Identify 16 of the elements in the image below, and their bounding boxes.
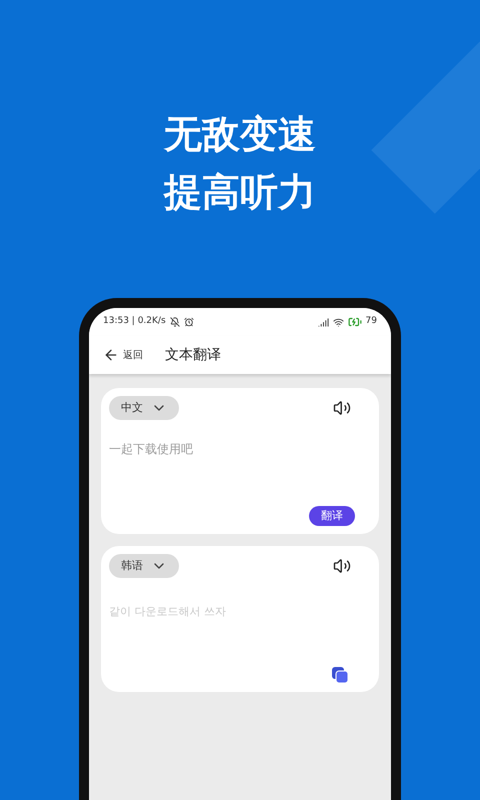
translate-button[interactable]: 翻译 [309,506,355,526]
speaker-icon[interactable] [333,399,351,417]
copy-icon[interactable] [331,666,349,684]
status-time: 13:53 | 0.2K/s [103,315,166,328]
page-title: 文本翻译 [165,346,221,364]
language-dropdown[interactable]: 中文 [109,396,179,420]
alarm-clock-icon [184,317,194,327]
battery-icon [348,315,362,329]
battery-level: 79 [366,315,377,328]
wifi-icon [332,316,344,328]
back-button[interactable]: 返回 [103,347,143,363]
speaker-icon[interactable] [333,557,351,575]
bell-off-icon [170,317,180,327]
headline: 无敌变速 [164,112,316,156]
language-dropdown[interactable]: 韩语 [109,554,179,578]
headline: 提高听力 [164,170,316,214]
